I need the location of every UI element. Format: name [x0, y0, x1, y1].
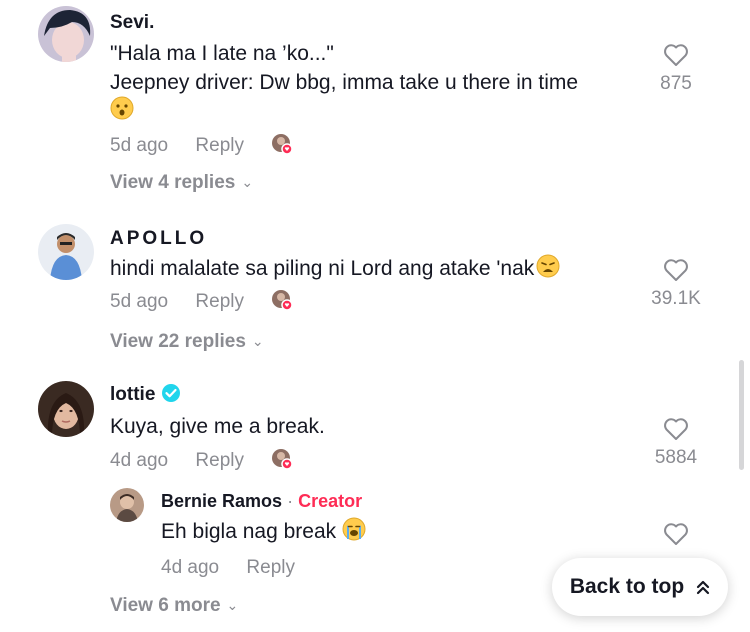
avatar[interactable] — [110, 488, 144, 522]
chevron-down-icon: ⌄ — [241, 174, 254, 190]
avatar[interactable] — [38, 224, 94, 280]
reply-button[interactable]: Reply — [246, 557, 295, 578]
comment-meta: 4d ago Reply — [110, 449, 294, 472]
view-replies-label: View 22 replies — [110, 331, 246, 352]
like-count: 39.1K — [651, 288, 701, 309]
chevron-down-icon: ⌄ — [226, 597, 239, 613]
comment-text-line: Jeepney driver: Dw bbg, imma take u ther… — [110, 71, 579, 94]
reply-button[interactable]: Reply — [195, 291, 244, 312]
username-text: lottie — [110, 384, 156, 405]
heart-icon — [664, 418, 688, 440]
like-button[interactable]: 5884 — [636, 417, 716, 469]
view-replies-button[interactable]: View 22 replies ⌄ — [110, 331, 264, 353]
chevron-down-icon: ⌄ — [251, 333, 264, 349]
back-to-top-button[interactable]: Back to top — [552, 558, 728, 616]
heart-icon — [664, 259, 688, 281]
comment-text-line: "Hala ma I late na ’ko..." — [110, 42, 334, 65]
reply-text-content: Eh bigla nag break — [161, 520, 337, 543]
view-replies-label: View 6 more — [110, 595, 221, 616]
astonished-face-icon — [110, 96, 134, 120]
reply-button[interactable]: Reply — [195, 450, 244, 471]
view-replies-label: View 4 replies — [110, 172, 236, 193]
back-to-top-label: Back to top — [569, 575, 685, 598]
like-count: 5884 — [654, 447, 698, 468]
comment-username[interactable]: lottie — [110, 383, 181, 406]
comment-emoji-line — [110, 96, 134, 125]
double-chevron-up-icon — [697, 580, 710, 595]
reply-username[interactable]: Bernie Ramos · Creator — [161, 491, 362, 512]
reply-button[interactable]: Reply — [195, 135, 244, 156]
like-count: 875 — [660, 73, 692, 94]
like-button[interactable]: 39.1K — [636, 258, 716, 310]
scrollbar[interactable] — [739, 360, 744, 470]
creator-liked-icon — [272, 449, 294, 470]
heart-icon — [664, 523, 688, 545]
comment-meta: 5d ago Reply — [110, 134, 294, 157]
comment-time: 5d ago — [110, 291, 169, 313]
heart-icon — [664, 44, 688, 66]
verified-badge-icon — [162, 383, 181, 402]
avatar[interactable] — [38, 381, 94, 437]
reply-time: 4d ago — [161, 557, 220, 578]
creator-badge: Creator — [298, 491, 363, 511]
comment-username[interactable]: Sevi. — [110, 12, 154, 34]
reply-like-button[interactable] — [636, 522, 716, 546]
comment-time: 5d ago — [110, 135, 169, 157]
creator-liked-icon — [272, 134, 294, 155]
username-text: Bernie Ramos — [161, 491, 283, 511]
reply-meta: 4d ago Reply — [161, 557, 317, 579]
weary-face-icon — [536, 254, 560, 278]
view-more-replies-button[interactable]: View 6 more ⌄ — [110, 595, 238, 617]
avatar[interactable] — [38, 6, 94, 62]
like-button[interactable]: 875 — [636, 43, 716, 95]
view-replies-button[interactable]: View 4 replies ⌄ — [110, 172, 253, 194]
comment-text: hindi malalate sa piling ni Lord ang ata… — [110, 254, 560, 283]
comment-text: Kuya, give me a break. — [110, 415, 325, 438]
creator-liked-icon — [272, 290, 294, 311]
comment-text-content: hindi malalate sa piling ni Lord ang ata… — [110, 257, 535, 280]
separator: · — [287, 491, 294, 511]
loudly-crying-face-icon — [342, 517, 366, 541]
reply-text: Eh bigla nag break — [161, 517, 366, 546]
comment-time: 4d ago — [110, 450, 169, 472]
comment-username[interactable]: APOLLO — [110, 228, 207, 250]
comment-meta: 5d ago Reply — [110, 290, 294, 313]
